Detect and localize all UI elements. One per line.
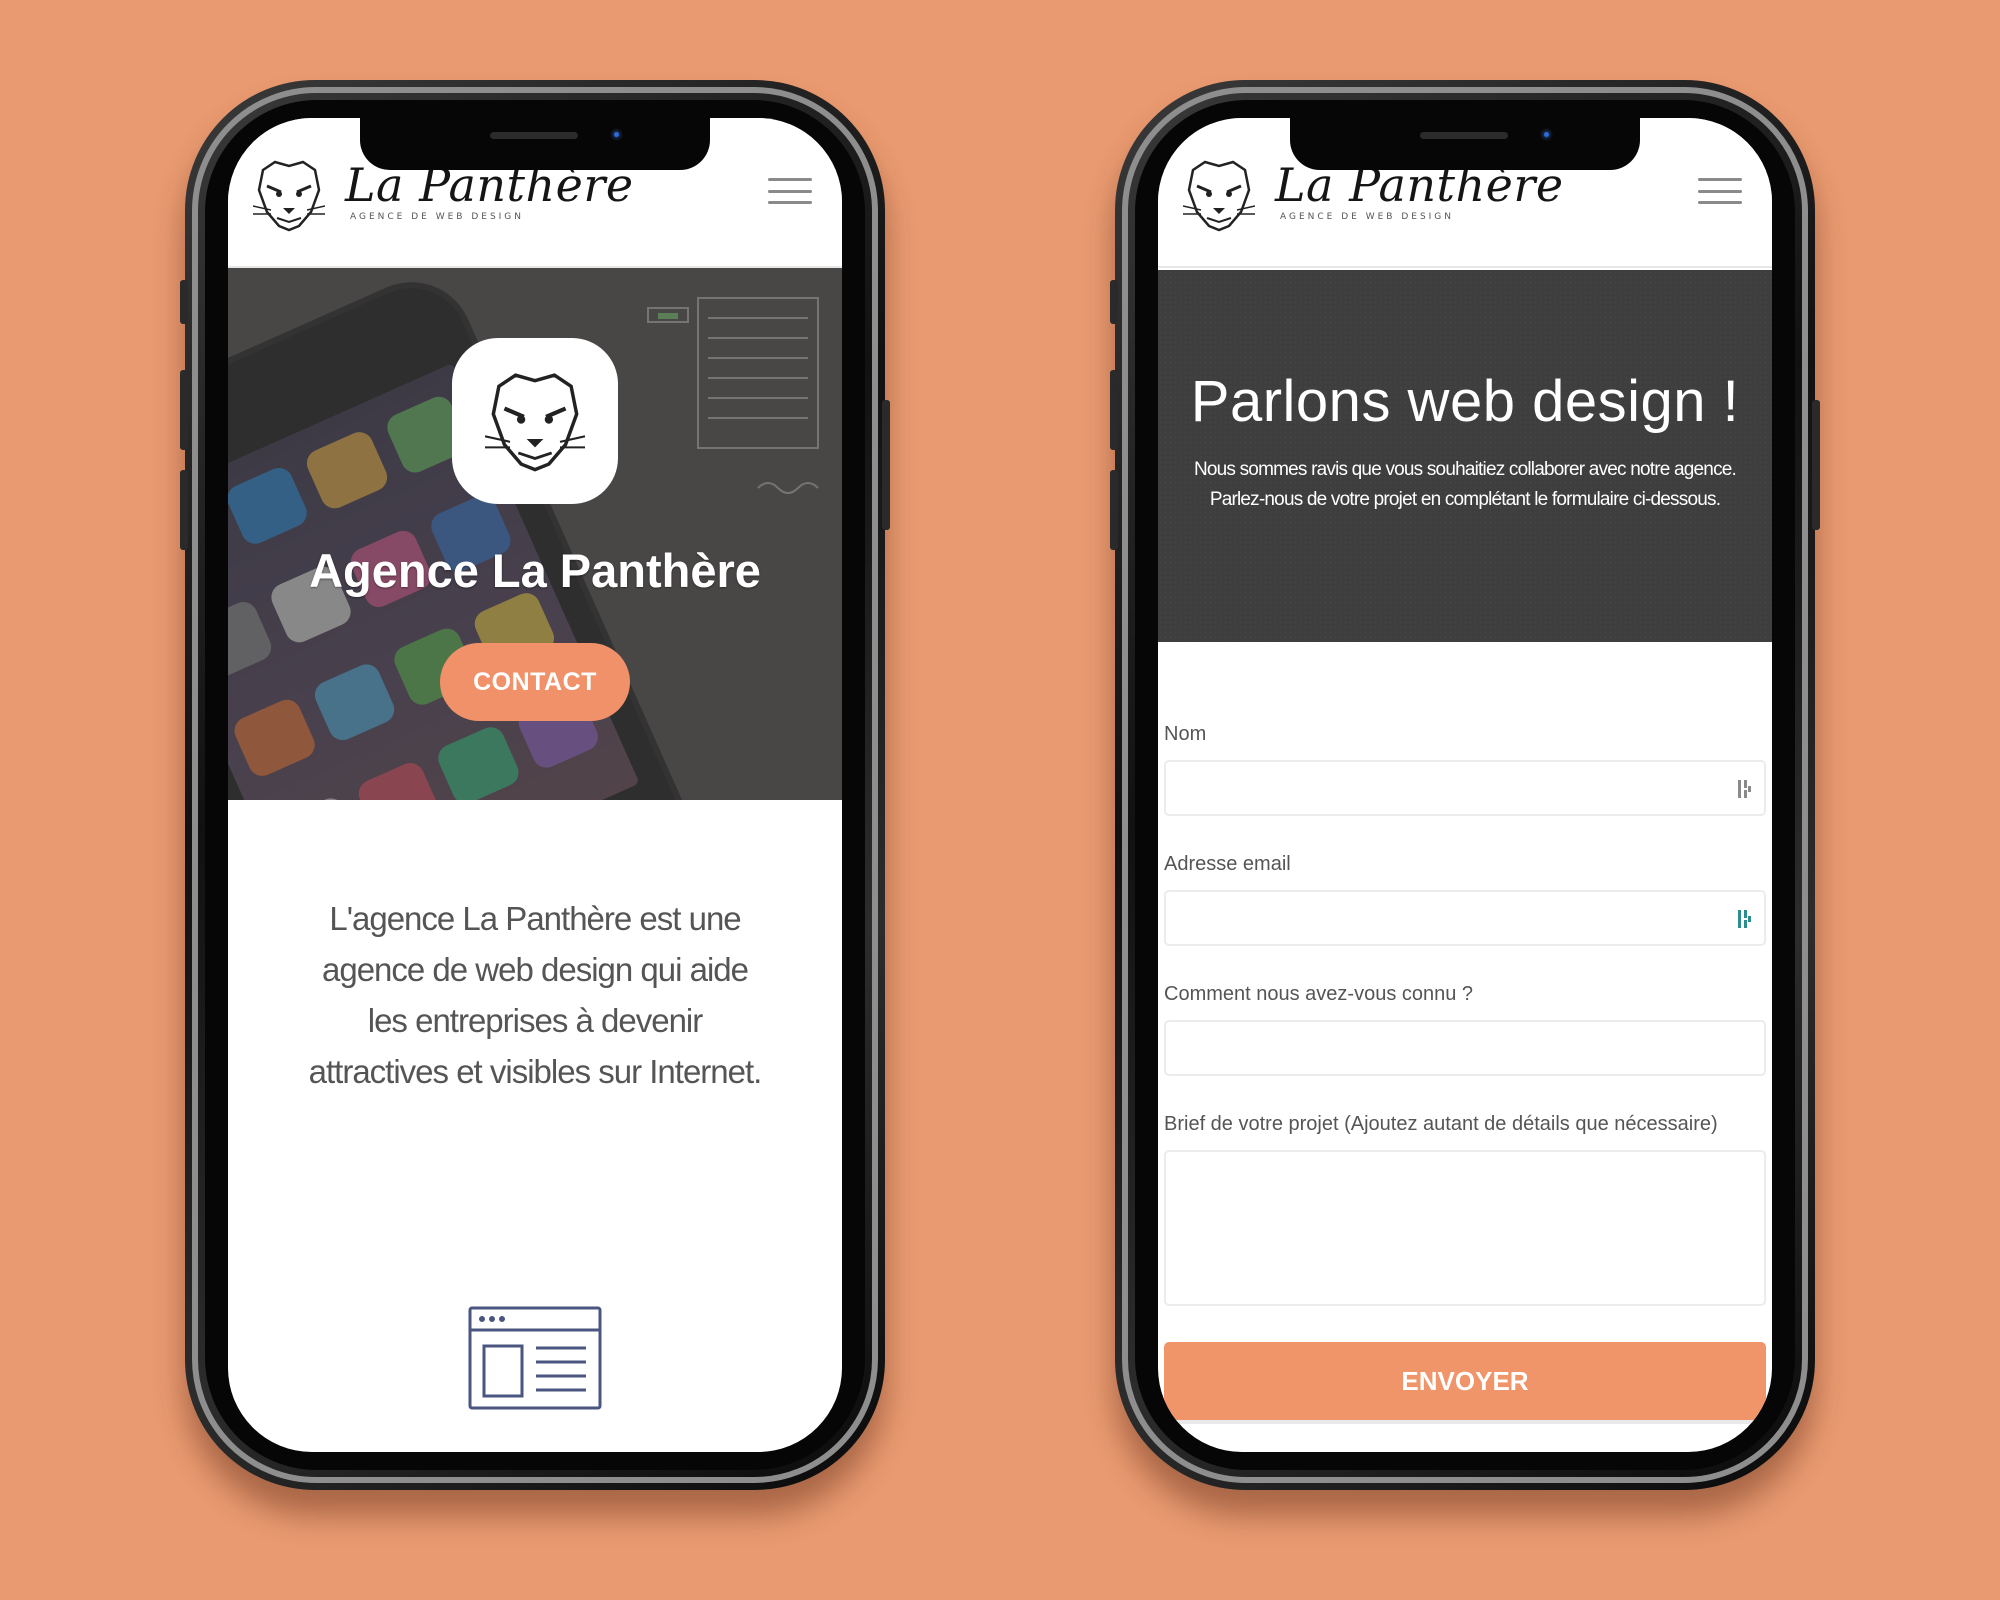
- agency-intro-text: L'agence La Panthère est une agence de w…: [308, 900, 763, 1090]
- brief-label: Brief de votre projet (Ajoutez autant de…: [1164, 1113, 1718, 1135]
- hero-title: Agence La Panthère: [309, 544, 761, 597]
- phone-notch: [360, 118, 710, 170]
- phone-volume-down: [180, 470, 188, 550]
- name-label: Nom: [1164, 723, 1207, 745]
- panther-logo-badge: [452, 338, 618, 504]
- submit-button[interactable]: ENVOYER: [1164, 1342, 1766, 1420]
- contact-subtitle-2: Parlez-nous de votre projet en complétan…: [1209, 489, 1721, 510]
- home-hero: Agence La Panthère CONTACT: [228, 268, 842, 800]
- email-field[interactable]: [1164, 890, 1766, 946]
- speaker-grille: [490, 132, 578, 139]
- brand-tagline: AGENCE DE WEB DESIGN: [1280, 212, 1455, 222]
- brief-textarea[interactable]: [1164, 1150, 1766, 1306]
- phone-volume-up: [1110, 370, 1118, 450]
- phone-power-button: [1812, 400, 1820, 530]
- panther-head-icon[interactable]: [1183, 156, 1255, 234]
- contact-title: Parlons web design !: [1190, 369, 1740, 434]
- front-camera: [610, 128, 623, 141]
- source-label: Comment nous avez-vous connu ?: [1164, 983, 1474, 1005]
- name-field[interactable]: [1164, 760, 1766, 816]
- brand-tagline: AGENCE DE WEB DESIGN: [350, 212, 525, 222]
- front-camera: [1540, 128, 1553, 141]
- phone-screen-contact: La Panthère AGENCE DE WEB DESIGN Parlons…: [1158, 118, 1772, 1452]
- phone-silent-switch: [1110, 280, 1118, 324]
- phone-silent-switch: [180, 280, 188, 324]
- source-field[interactable]: [1164, 1020, 1766, 1076]
- phone-volume-up: [180, 370, 188, 450]
- email-label: Adresse email: [1164, 853, 1291, 875]
- panther-head-icon[interactable]: [253, 156, 325, 234]
- contact-hero: Parlons web design ! Nous sommes ravis q…: [1158, 270, 1772, 642]
- phone-notch: [1290, 118, 1640, 170]
- password-manager-icon[interactable]: [1738, 778, 1752, 800]
- phone-screen-home: La Panthère AGENCE DE WEB DESIGN Agence …: [228, 118, 842, 1452]
- contact-button[interactable]: CONTACT: [440, 643, 630, 721]
- contact-subtitle-1: Nous sommes ravis que vous souhaitiez co…: [1193, 459, 1737, 480]
- hamburger-menu-icon[interactable]: [1698, 178, 1742, 204]
- phone-mockup-contact: La Panthère AGENCE DE WEB DESIGN Parlons…: [1110, 80, 1820, 1490]
- password-manager-icon[interactable]: [1738, 908, 1752, 930]
- browser-window-icon: [468, 1306, 602, 1410]
- phone-power-button: [882, 400, 890, 530]
- panther-head-icon: [485, 373, 585, 472]
- phone-volume-down: [1110, 470, 1118, 550]
- phone-mockup-home: La Panthère AGENCE DE WEB DESIGN Agence …: [180, 80, 890, 1490]
- contact-form: Nom Adresse email Comment nous avez-vous…: [1164, 718, 1766, 1420]
- speaker-grille: [1420, 132, 1508, 139]
- hamburger-menu-icon[interactable]: [768, 178, 812, 204]
